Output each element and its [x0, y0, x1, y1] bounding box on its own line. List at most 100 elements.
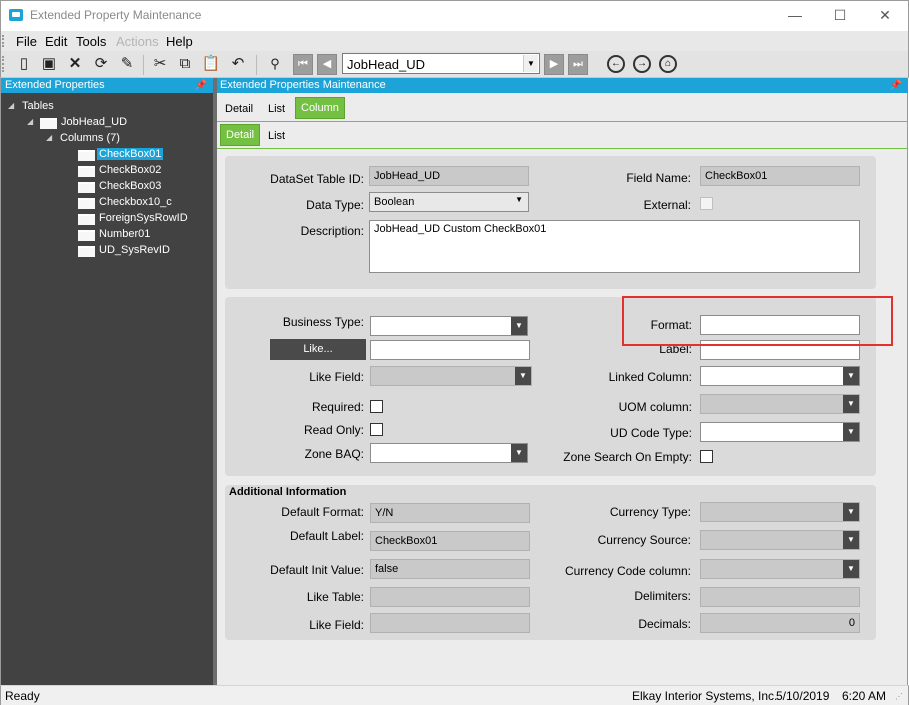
subtab-list[interactable]: List	[263, 126, 290, 148]
dataset-table-id-field: JobHead_UD	[369, 166, 529, 186]
back-icon[interactable]: ←	[607, 55, 625, 73]
tree-node-table[interactable]: JobHead_UD	[61, 116, 127, 128]
binoculars-icon[interactable]: ⚲	[265, 54, 285, 74]
subtab-divider	[217, 148, 908, 149]
additional-info-title: Additional Information	[229, 486, 347, 498]
menu-file[interactable]: File	[16, 34, 37, 49]
close-button[interactable]: ✕	[862, 4, 908, 26]
first-record-button[interactable]: ⏮	[293, 54, 313, 75]
pin-icon[interactable]: 📌	[890, 78, 902, 93]
left-panel-title: Extended Properties	[5, 79, 105, 91]
default-format-field: Y/N	[370, 503, 530, 523]
paste-icon[interactable]: 📋	[201, 54, 221, 74]
status-company: Elkay Interior Systems, Inc.	[632, 689, 778, 703]
delimiters-label: Delimiters:	[634, 589, 691, 603]
currency-type-label: Currency Type:	[609, 505, 691, 519]
toolbar-grip	[2, 56, 8, 72]
record-selector-value: JobHead_UD	[347, 57, 426, 72]
business-type-select[interactable]: ▼	[370, 316, 528, 336]
chevron-down-icon[interactable]: ▼	[843, 423, 859, 441]
column-icon	[78, 150, 95, 161]
last-record-button[interactable]: ⏭	[568, 54, 588, 75]
toolbar-separator	[256, 55, 257, 75]
tree-node-column-selected[interactable]: CheckBox01	[97, 148, 164, 160]
menu-edit[interactable]: Edit	[45, 34, 67, 49]
like-field-select: ▼	[370, 366, 532, 386]
data-type-select[interactable]: Boolean ▼	[369, 192, 529, 212]
default-init-label: Default Init Value:	[270, 563, 364, 577]
tree-node-column[interactable]: UD_SysRevID	[99, 244, 170, 256]
tab-column[interactable]: Column	[295, 97, 345, 119]
next-record-button[interactable]: ▶	[544, 54, 564, 75]
subtab-detail[interactable]: Detail	[220, 124, 261, 146]
like-table-field	[370, 587, 530, 607]
tree-node-column[interactable]: ForeignSysRowID	[99, 212, 188, 224]
read-only-checkbox[interactable]	[370, 423, 383, 436]
zone-search-checkbox[interactable]	[700, 450, 713, 463]
default-format-label: Default Format:	[281, 505, 364, 519]
home-icon[interactable]: ⌂	[659, 55, 677, 73]
currency-type-select: ▼	[700, 502, 860, 522]
like-input[interactable]	[370, 340, 530, 360]
pin-icon[interactable]: 📌	[195, 78, 207, 93]
menu-help[interactable]: Help	[166, 34, 193, 49]
menu-grip	[2, 35, 8, 47]
tab-divider	[217, 121, 908, 122]
business-type-label: Business Type:	[282, 315, 364, 329]
tab-list[interactable]: List	[263, 99, 290, 121]
minimize-button[interactable]: —	[772, 4, 818, 26]
ud-code-type-select[interactable]: ▼	[700, 422, 860, 442]
tree-node-column[interactable]: CheckBox03	[99, 180, 161, 192]
record-selector[interactable]: JobHead_UD ▼	[342, 53, 540, 74]
zone-baq-select[interactable]: ▼	[370, 443, 528, 463]
cut-icon[interactable]: ✂	[150, 54, 170, 74]
chevron-down-icon[interactable]: ▼	[523, 55, 538, 72]
description-input[interactable]: JobHead_UD Custom CheckBox01	[369, 220, 860, 273]
highlight-box	[622, 296, 893, 346]
expand-icon[interactable]: ◢	[27, 117, 33, 126]
clear-icon[interactable]: ✎	[117, 54, 137, 74]
chevron-down-icon[interactable]: ▼	[843, 367, 859, 385]
delimiters-field	[700, 587, 860, 607]
toolbar-separator	[143, 55, 144, 75]
undo-icon[interactable]: ↶	[228, 54, 248, 74]
zone-search-label: Zone Search On Empty:	[563, 450, 692, 464]
chevron-down-icon: ▼	[843, 503, 859, 521]
resize-grip-icon[interactable]: ⋰	[895, 692, 905, 702]
new-icon[interactable]: ▯	[14, 54, 34, 74]
currency-code-column-label: Currency Code column:	[564, 564, 691, 578]
required-label: Required:	[311, 400, 364, 414]
required-checkbox[interactable]	[370, 400, 383, 413]
forward-icon[interactable]: →	[633, 55, 651, 73]
chevron-down-icon: ▼	[843, 395, 859, 413]
maximize-button[interactable]: ☐	[817, 4, 863, 26]
like-button[interactable]: Like...	[270, 339, 366, 360]
chevron-down-icon: ▼	[843, 531, 859, 549]
dataset-table-id-label: DataSet Table ID:	[270, 172, 364, 186]
chevron-down-icon[interactable]: ▼	[511, 444, 527, 462]
delete-icon[interactable]: ✕	[65, 54, 85, 74]
default-label-label: Default Label:	[289, 529, 364, 543]
field-name-field: CheckBox01	[700, 166, 860, 186]
tree-node-column[interactable]: Checkbox10_c	[99, 196, 172, 208]
external-label: External:	[643, 198, 691, 212]
menu-actions: Actions	[116, 34, 159, 49]
tree-node-columns[interactable]: Columns (7)	[60, 132, 120, 144]
tab-detail[interactable]: Detail	[220, 99, 258, 121]
tree-node-column[interactable]: Number01	[99, 228, 150, 240]
menu-tools[interactable]: Tools	[76, 34, 106, 49]
expand-icon[interactable]: ◢	[46, 133, 52, 142]
chevron-down-icon[interactable]: ▼	[511, 317, 527, 335]
refresh-icon[interactable]: ⟳	[91, 54, 111, 74]
expand-icon[interactable]: ◢	[8, 101, 14, 110]
tree-node-column[interactable]: CheckBox02	[99, 164, 161, 176]
tree-node-tables[interactable]: Tables	[22, 100, 54, 112]
additional-like-field	[370, 613, 530, 633]
chevron-down-icon: ▼	[515, 195, 523, 204]
copy-icon[interactable]: ⧉	[175, 54, 195, 74]
linked-column-select[interactable]: ▼	[700, 366, 860, 386]
chevron-down-icon: ▼	[515, 367, 531, 385]
save-icon[interactable]: ▣	[39, 54, 59, 74]
currency-source-select: ▼	[700, 530, 860, 550]
previous-record-button[interactable]: ◀	[317, 54, 337, 75]
